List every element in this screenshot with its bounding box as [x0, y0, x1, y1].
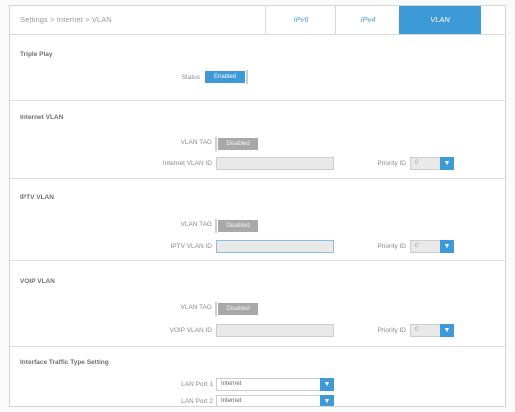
vlan-tag-label: VLAN TAG — [180, 221, 212, 228]
section-voip-vlan: VOIP VLAN VLAN TAG Disabled VOIP VLAN ID… — [10, 260, 505, 347]
top-bar: Settings > Internet > VLAN IPv6 IPv4 VLA… — [10, 6, 505, 35]
vlan-tag-toggle[interactable]: Disabled — [218, 138, 258, 150]
chevron-down-icon[interactable]: ▼ — [440, 240, 454, 253]
status-toggle[interactable]: Enabled — [205, 71, 245, 83]
vlan-id-input[interactable] — [216, 157, 334, 170]
status-label: Status — [181, 74, 200, 81]
tab-ipv4[interactable]: IPv4 — [335, 6, 400, 34]
section-title: VOIP VLAN — [20, 278, 55, 285]
section-iptv-vlan: IPTV VLAN VLAN TAG Disabled IPTV VLAN ID… — [10, 178, 505, 261]
section-title: Internet VLAN — [20, 114, 64, 121]
priority-value: 0 — [415, 160, 419, 166]
chevron-down-icon[interactable]: ▼ — [440, 324, 454, 337]
toggle-edge — [215, 137, 217, 151]
section-internet-vlan: Internet VLAN VLAN TAG Disabled Internet… — [10, 100, 505, 179]
section-triple-play: Triple Play Status Enabled — [10, 35, 505, 101]
priority-id-label: Priority ID — [377, 160, 406, 167]
lan-port-2-select[interactable]: Internet ▼ — [216, 395, 334, 406]
priority-id-select[interactable]: 0 ▼ — [410, 157, 454, 170]
section-title: Triple Play — [20, 51, 53, 58]
vlan-settings-window: Settings > Internet > VLAN IPv6 IPv4 VLA… — [9, 5, 506, 407]
lan-port-1-label: LAN Port 1 — [181, 381, 213, 388]
priority-id-label: Priority ID — [377, 243, 406, 250]
vlan-id-label: Internet VLAN ID — [162, 160, 212, 167]
lan-port-1-select[interactable]: Internet ▼ — [216, 378, 334, 391]
vlan-id-input[interactable] — [216, 324, 334, 337]
vlan-id-label: VOIP VLAN ID — [169, 327, 212, 334]
priority-value: 0 — [415, 243, 419, 249]
lan-port-1-value: Internet — [221, 381, 242, 387]
priority-id-label: Priority ID — [377, 327, 406, 334]
chevron-down-icon[interactable]: ▼ — [320, 378, 334, 391]
vlan-tag-label: VLAN TAG — [180, 139, 212, 146]
section-title: Interface Traffic Type Setting — [20, 359, 109, 366]
tab-ipv6[interactable]: IPv6 — [265, 6, 336, 34]
breadcrumb[interactable]: Settings > Internet > VLAN — [20, 15, 112, 24]
chevron-down-icon[interactable]: ▼ — [320, 395, 334, 406]
vlan-id-label: IPTV VLAN ID — [170, 243, 212, 250]
vlan-tag-toggle[interactable]: Disabled — [218, 220, 258, 232]
toggle-edge — [215, 302, 217, 316]
vlan-id-input[interactable] — [216, 240, 334, 253]
toggle-edge — [246, 70, 248, 84]
priority-id-select[interactable]: 0 ▼ — [410, 324, 454, 337]
vlan-tag-toggle[interactable]: Disabled — [218, 303, 258, 315]
lan-port-2-value: Internet — [221, 398, 242, 404]
section-title: IPTV VLAN — [20, 194, 54, 201]
priority-id-select[interactable]: 0 ▼ — [410, 240, 454, 253]
toggle-edge — [215, 219, 217, 233]
section-traffic-type: Interface Traffic Type Setting LAN Port … — [10, 346, 505, 406]
lan-port-2-label: LAN Port 2 — [181, 398, 213, 405]
chevron-down-icon[interactable]: ▼ — [440, 157, 454, 170]
priority-value: 0 — [415, 327, 419, 333]
tab-vlan[interactable]: VLAN — [399, 6, 481, 34]
vlan-tag-label: VLAN TAG — [180, 304, 212, 311]
